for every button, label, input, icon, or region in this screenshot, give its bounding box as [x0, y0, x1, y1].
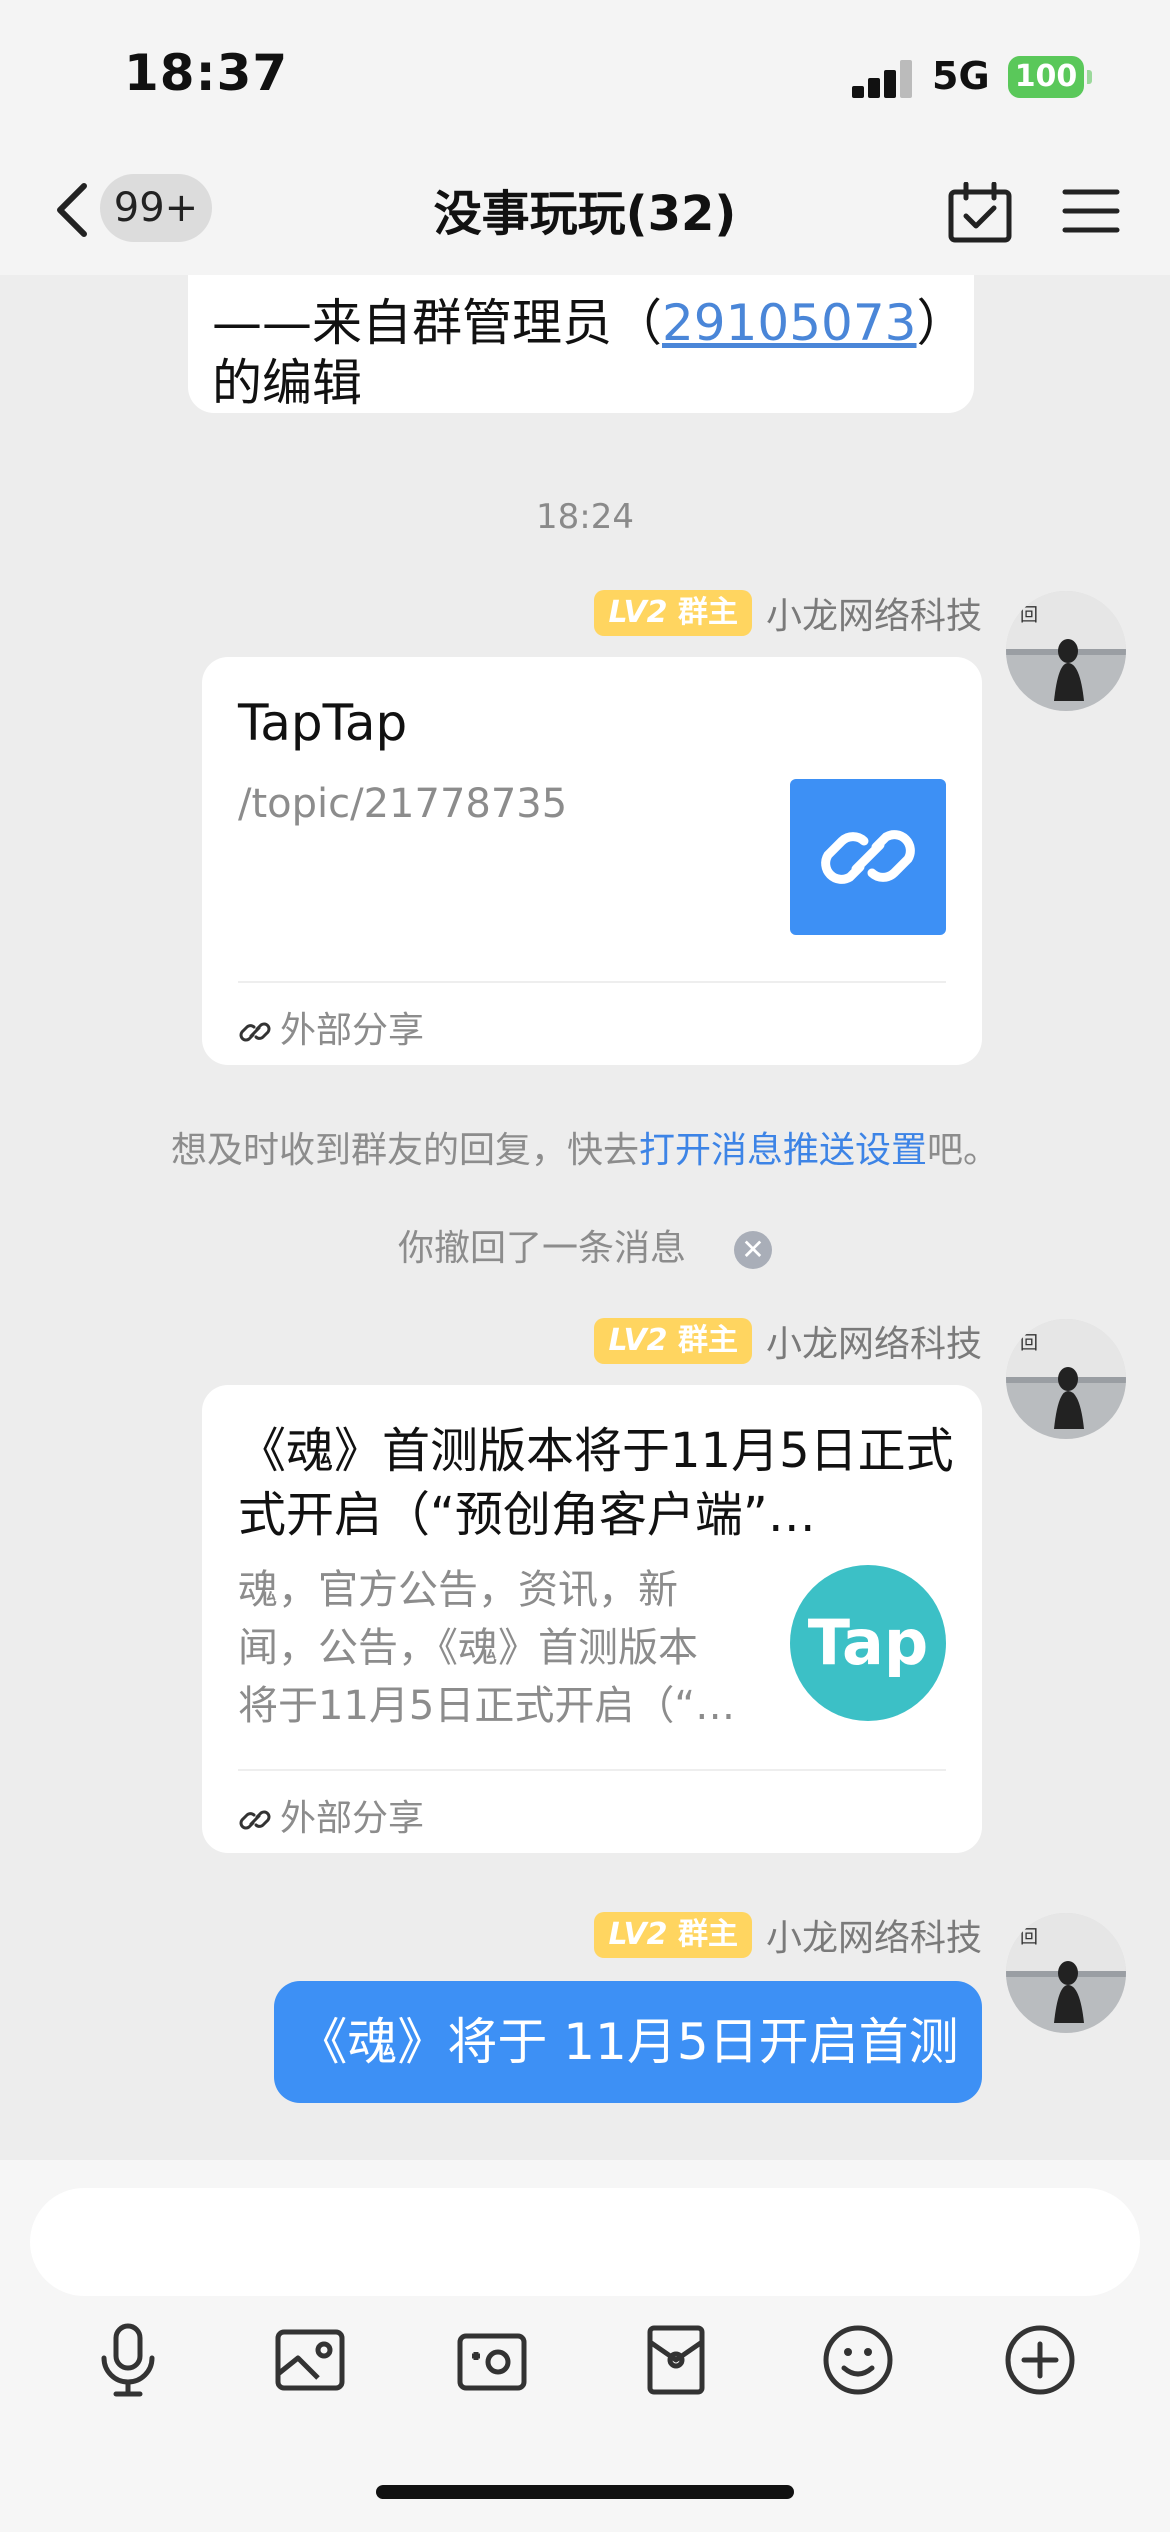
image-icon[interactable]	[270, 2320, 350, 2400]
external-link-icon	[239, 1022, 271, 1042]
sender-row: LV2 群主 小龙网络科技	[594, 1909, 982, 1961]
level-badge: LV2 群主	[594, 1318, 752, 1364]
card-footer: 外部分享	[238, 1789, 424, 1841]
link-share-card[interactable]: TapTap /topic/21778735 外部分享	[202, 657, 982, 1065]
input-area	[0, 2160, 1170, 2532]
status-time: 18:37	[124, 44, 289, 102]
avatar[interactable]: 回	[1006, 591, 1126, 711]
battery-tip	[1087, 70, 1092, 84]
card-title: TapTap	[238, 694, 408, 752]
open-push-settings-link[interactable]: 打开消息推送设置	[639, 1130, 927, 1171]
sender-row: LV2 群主 小龙网络科技	[594, 587, 982, 639]
status-bar: 18:37 5G 100	[0, 0, 1170, 150]
message-input[interactable]	[30, 2188, 1140, 2296]
message-list[interactable]: ——来自群管理员（29105073） 的编辑 18:24 LV2 群主 小龙网络科…	[0, 275, 1170, 2155]
calendar-check-icon[interactable]	[948, 182, 1012, 244]
taptap-logo: Tap	[790, 1565, 946, 1721]
announcement-line2: 的编辑	[212, 354, 362, 412]
card-title: 《魂》首测版本将于11月5日正式 式开启（“预创角客户端”…	[238, 1423, 954, 1543]
article-share-card[interactable]: 《魂》首测版本将于11月5日正式 式开启（“预创角客户端”… 魂，官方公告，资讯，…	[202, 1385, 982, 1853]
avatar[interactable]: 回	[1006, 1319, 1126, 1439]
camera-icon[interactable]	[452, 2320, 532, 2400]
external-link-icon	[239, 1810, 271, 1830]
push-settings-tip: 想及时收到群友的回复，快去打开消息推送设置吧。	[170, 1130, 1000, 1171]
card-desc: /topic/21778735	[238, 781, 568, 827]
chain-link-icon	[821, 830, 915, 884]
card-footer: 外部分享	[238, 1001, 424, 1053]
svg-text:回: 回	[1020, 1927, 1038, 1948]
close-icon[interactable]: ✕	[734, 1231, 772, 1269]
svg-text:回: 回	[1020, 605, 1038, 626]
level-badge: LV2 群主	[594, 590, 752, 636]
sender-name[interactable]: 小龙网络科技	[766, 587, 982, 639]
network-type: 5G	[932, 54, 990, 98]
card-desc: 魂，官方公告，资讯，新 闻，公告，《魂》首测版本 将于11月5日正式开启（“…	[238, 1567, 736, 1729]
recall-notice: 你撤回了一条消息 ✕	[0, 1219, 1170, 1271]
sender-row: LV2 群主 小龙网络科技	[594, 1315, 982, 1367]
level-badge: LV2 群主	[594, 1912, 752, 1958]
announcement-bubble[interactable]: ——来自群管理员（29105073） 的编辑	[188, 275, 974, 413]
avatar[interactable]: 回	[1006, 1913, 1126, 2033]
red-packet-icon[interactable]	[636, 2320, 716, 2400]
svg-text:回: 回	[1020, 1333, 1038, 1354]
card-divider	[238, 1769, 946, 1771]
signal-icon	[852, 58, 914, 98]
menu-icon[interactable]	[1062, 186, 1120, 236]
home-indicator	[376, 2485, 794, 2499]
link-thumbnail	[790, 779, 946, 935]
admin-id-link[interactable]: 29105073	[662, 294, 917, 352]
text-message-bubble[interactable]: 《魂》将于 11月5日开启首测	[274, 1981, 982, 2103]
emoji-icon[interactable]	[818, 2320, 898, 2400]
plus-icon[interactable]	[1000, 2320, 1080, 2400]
battery-icon: 100	[1008, 56, 1084, 98]
microphone-icon[interactable]	[88, 2320, 168, 2400]
card-divider	[238, 981, 946, 983]
chat-header: 99+ 没事玩玩(32)	[0, 150, 1170, 275]
message-timestamp: 18:24	[536, 497, 634, 537]
sender-name[interactable]: 小龙网络科技	[766, 1909, 982, 1961]
sender-name[interactable]: 小龙网络科技	[766, 1315, 982, 1367]
